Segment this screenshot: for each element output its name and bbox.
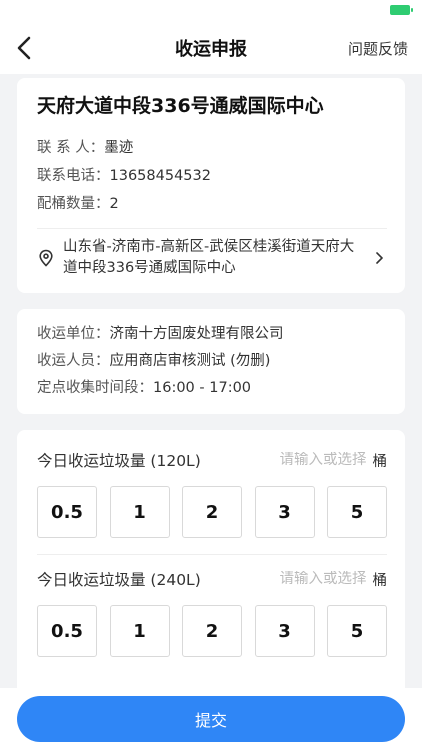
option-button[interactable]: 2 [182,605,242,657]
feedback-link[interactable]: 问题反馈 [348,38,408,59]
contact-row: 联 系 人：墨迹 [37,134,387,162]
option-button[interactable]: 3 [254,486,315,538]
time-label: 定点收集时间段： [37,380,153,396]
option-button[interactable]: 5 [327,486,387,538]
contact-label: 联 系 人： [37,140,105,156]
amount-label: 今日收运垃圾量 (120L) [37,452,201,470]
time-row: 定点收集时间段：16:00 - 17:00 [37,375,387,402]
divider [37,228,387,229]
amount-section-240l: 今日收运垃圾量 (240L) 桶 0.5 1 2 3 5 [37,561,387,657]
footer-bar: 提交 [0,688,422,750]
amount-input-120l[interactable] [262,452,367,468]
option-button[interactable]: 0.5 [37,605,97,657]
amount-section-120l: 今日收运垃圾量 (120L) 桶 0.5 1 2 3 5 [37,442,387,538]
collector-card: 收运单位：济南十方固废处理有限公司 收运人员：应用商店审核测试 (勿删) 定点收… [17,309,405,414]
phone-label: 联系电话： [37,168,110,184]
submit-button[interactable]: 提交 [17,696,405,742]
unit-label: 桶 [372,453,388,470]
bins-label: 配桶数量： [37,196,110,212]
option-button[interactable]: 1 [109,486,170,538]
chevron-left-icon [17,36,31,60]
amount-label: 今日收运垃圾量 (240L) [37,571,201,589]
page-title: 收运申报 [175,39,247,60]
staff-value: 应用商店审核测试 (勿删) [109,353,271,369]
option-button[interactable]: 5 [327,605,387,657]
phone-row: 联系电话：13658454532 [37,162,387,190]
address-text: 山东省-济南市-高新区-武侯区桂溪街道天府大道中段336号通威国际中心 [63,239,355,276]
option-button[interactable]: 1 [109,605,170,657]
option-button[interactable]: 0.5 [37,486,97,538]
unit-label: 收运单位： [37,326,110,342]
bins-value: 2 [109,196,119,212]
chevron-right-icon [376,252,383,264]
amount-input-240l[interactable] [262,571,367,587]
unit-value: 济南十方固废处理有限公司 [109,326,284,342]
site-card: 天府大道中段336号通威国际中心 联 系 人：墨迹 联系电话：136584545… [17,78,405,293]
staff-label: 收运人员： [37,353,110,369]
amount-card: 今日收运垃圾量 (120L) 桶 0.5 1 2 3 5 今日收运垃圾量 (24… [17,430,405,710]
back-button[interactable] [8,32,40,64]
contact-value: 墨迹 [104,140,134,156]
status-bar [0,0,422,22]
battery-icon [390,5,413,15]
divider [37,554,387,555]
site-name: 天府大道中段336号通威国际中心 [37,95,324,117]
phone-value: 13658454532 [109,168,211,184]
unit-row: 收运单位：济南十方固废处理有限公司 [37,321,387,348]
unit-label: 桶 [372,572,388,589]
option-button[interactable]: 3 [254,605,315,657]
address-row[interactable]: 山东省-济南市-高新区-武侯区桂溪街道天府大道中段336号通威国际中心 [37,237,387,279]
location-pin-icon [39,249,53,267]
option-button[interactable]: 2 [182,486,242,538]
nav-bar: 收运申报 问题反馈 [0,22,422,74]
staff-row: 收运人员：应用商店审核测试 (勿删) [37,348,387,375]
bins-row: 配桶数量：2 [37,190,387,218]
time-value: 16:00 - 17:00 [153,380,252,396]
